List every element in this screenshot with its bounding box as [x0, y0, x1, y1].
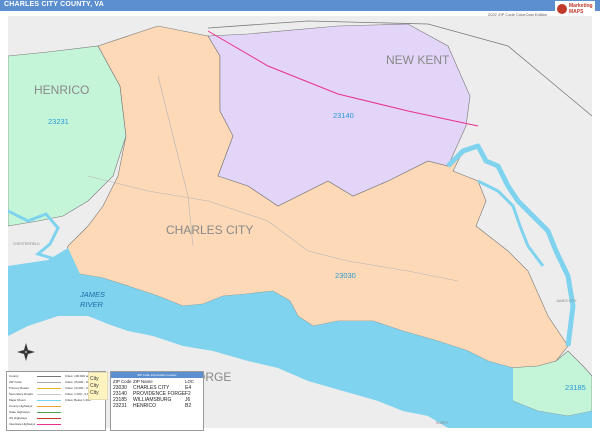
inset-label: City [90, 383, 99, 389]
legend-swatch [37, 418, 61, 419]
label-charles-city: CHARLES CITY [166, 223, 253, 237]
cell-zip: 23231 [113, 403, 127, 409]
legend-swatch [37, 394, 61, 395]
map-title: CHARLES CITY COUNTY, VA [4, 1, 105, 8]
legend-swatch [37, 400, 61, 401]
zip-label-23231: 23231 [48, 117, 69, 126]
legend-label: US Highways [9, 416, 28, 420]
legend-swatch [37, 388, 61, 389]
label-james-river-1: JAMES [79, 290, 105, 299]
label-james-city: JAMES CITY [556, 299, 577, 303]
map-page: CHARLES CITY COUNTY, VA Marketing MAPS 2… [0, 0, 600, 436]
legend-swatch [37, 406, 61, 407]
cell-name: HENRICO [133, 403, 157, 409]
legend-label: Major Rivers [9, 398, 26, 402]
label-james-river-2: RIVER [80, 300, 104, 309]
zip-table-title: ZIP Code Information Locator [111, 372, 203, 378]
legend-city-inset: City City City [87, 371, 109, 401]
label-new-kent: NEW KENT [386, 53, 450, 67]
legend-label: County Highways [9, 404, 33, 408]
legend-swatch [37, 424, 61, 425]
title-bar: CHARLES CITY COUNTY, VA [0, 0, 600, 11]
logo-text-line2: MAPS [569, 9, 584, 15]
inset-label: City [90, 376, 99, 382]
county-map[interactable]: NEW KENT HENRICO CHARLES CITY PRINCE GEO… [8, 16, 592, 428]
legend-label: Primary Roads [9, 386, 29, 390]
inset-label: City [90, 390, 99, 396]
legend-swatch [37, 382, 61, 383]
logo-mark-icon [557, 4, 567, 14]
label-henrico: HENRICO [34, 83, 89, 97]
zip-label-23185: 23185 [565, 383, 586, 392]
legend-label: Secondary Roads [9, 392, 33, 396]
label-chesterfield: CHESTERFIELD [13, 242, 40, 246]
logo-text: Marketing MAPS [569, 3, 593, 15]
zip-label-23140: 23140 [333, 111, 354, 120]
label-surry: SURRY [436, 421, 449, 425]
zip-label-23030: 23030 [335, 271, 356, 280]
legend-swatch [37, 412, 61, 413]
legend-label: County [9, 374, 19, 378]
table-row: 23231 HENRICO B2 [113, 403, 201, 409]
zip-info-table: ZIP Code Information Locator ZIP Code ZI… [110, 371, 204, 431]
legend-label: State Highways [9, 410, 30, 414]
legend-desc: Cities: Below 1,000 [65, 398, 91, 402]
legend-label: ZIP Code [9, 380, 22, 384]
legend-swatch [37, 376, 61, 377]
cell-loc: B2 [185, 403, 192, 409]
legend-label: Interstate Highways [9, 422, 36, 426]
